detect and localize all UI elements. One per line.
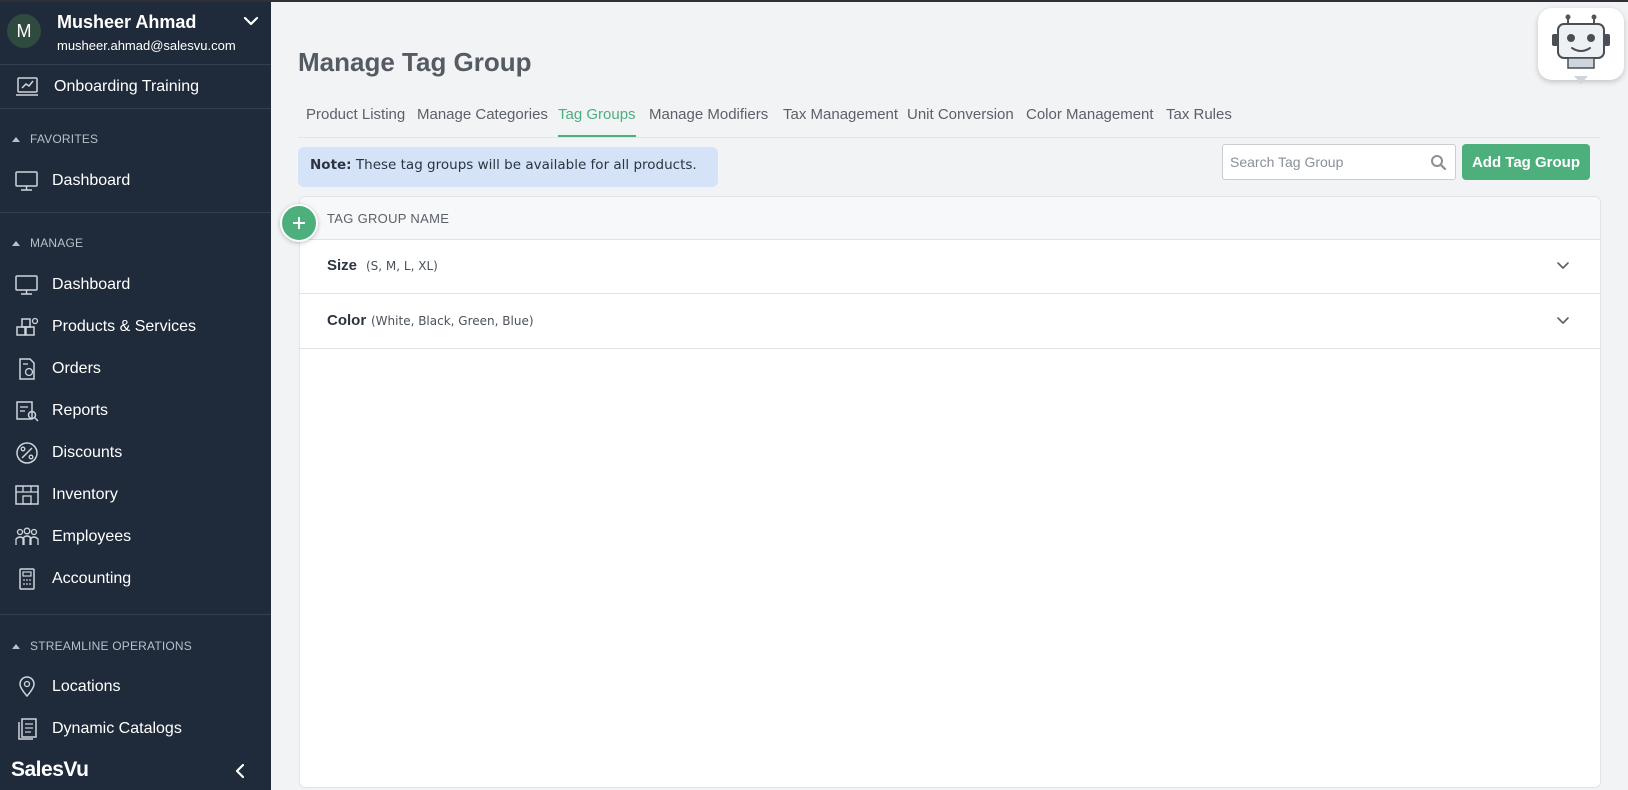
profile-header[interactable]: M Musheer Ahmad musheer.ahmad@salesvu.co… <box>0 2 271 65</box>
reports-icon <box>16 401 39 422</box>
sidebar-item-label: Onboarding Training <box>54 78 199 95</box>
plus-icon <box>293 217 305 229</box>
tag-group-values: (S, M, L, XL) <box>366 259 438 273</box>
sidebar-item-dashboard[interactable]: Dashboard <box>0 265 271 305</box>
tab-bar: Product Listing Manage Categories Tag Gr… <box>298 100 1600 138</box>
info-note: Note: These tag groups will be available… <box>298 147 718 187</box>
tag-group-name: Size <box>327 257 358 274</box>
sidebar-item-label: Products & Services <box>52 318 197 335</box>
streamline-section-header[interactable]: STREAMLINE OPERATIONS <box>12 639 192 653</box>
sidebar-item-label: Employees <box>52 528 132 545</box>
catalog-icon <box>18 718 37 740</box>
avatar: M <box>7 14 41 48</box>
training-board-icon <box>16 77 38 96</box>
profile-email: musheer.ahmad@salesvu.com <box>57 38 236 53</box>
sidebar-item-label: Reports <box>52 402 109 419</box>
tab-tax-rules[interactable]: Tax Rules <box>1166 106 1232 137</box>
tab-manage-categories[interactable]: Manage Categories <box>417 106 548 137</box>
percent-icon <box>16 442 38 464</box>
sidebar-item-inventory[interactable]: Inventory <box>0 475 271 515</box>
sidebar-item-reports[interactable]: Reports <box>0 391 271 431</box>
chevron-down-icon[interactable] <box>1556 261 1570 271</box>
divider <box>0 212 271 213</box>
chevron-down-icon[interactable] <box>242 12 260 30</box>
add-row-button[interactable] <box>280 204 318 242</box>
sidebar-item-label: Dashboard <box>52 276 131 293</box>
column-header-tag-group-name: TAG GROUP NAME <box>327 211 450 226</box>
sidebar-item-locations[interactable]: Locations <box>0 667 271 707</box>
add-tag-group-button[interactable]: Add Tag Group <box>1462 144 1590 180</box>
page-title: Manage Tag Group <box>298 47 532 77</box>
inventory-icon <box>15 485 39 505</box>
note-text: These tag groups will be available for a… <box>351 157 697 173</box>
brand-logo: SalesVu <box>11 758 89 781</box>
favorites-section-header[interactable]: FAVORITES <box>12 132 98 146</box>
tab-unit-conversion[interactable]: Unit Conversion <box>907 106 1014 137</box>
section-label: STREAMLINE OPERATIONS <box>30 639 193 653</box>
sidebar-item-label: Dashboard <box>52 172 131 189</box>
tag-group-name: Color <box>327 312 367 329</box>
sidebar-item-discounts[interactable]: Discounts <box>0 433 271 473</box>
location-pin-icon <box>19 676 35 698</box>
caret-up-icon <box>12 136 20 142</box>
tab-product-listing[interactable]: Product Listing <box>306 106 405 137</box>
table-row[interactable]: Color (White, Black, Green, Blue) <box>300 295 1600 349</box>
search-input[interactable] <box>1223 145 1423 179</box>
sidebar-item-label: Locations <box>52 678 121 695</box>
boxes-icon <box>16 317 39 336</box>
sidebar-item-orders[interactable]: Orders <box>0 349 271 389</box>
sidebar-item-accounting[interactable]: Accounting <box>0 559 271 599</box>
tab-tax-management[interactable]: Tax Management <box>783 106 898 137</box>
section-label: FAVORITES <box>30 132 99 146</box>
employees-icon <box>15 527 39 545</box>
sidebar-item-onboarding-training[interactable]: Onboarding Training <box>0 67 271 107</box>
table-row[interactable]: Size (S, M, L, XL) <box>300 240 1600 294</box>
tab-color-management[interactable]: Color Management <box>1026 106 1154 137</box>
search-box <box>1222 144 1456 180</box>
sidebar-item-label: Inventory <box>52 486 118 503</box>
table-header: TAG GROUP NAME <box>300 197 1600 240</box>
note-prefix: Note: <box>310 157 352 173</box>
robot-icon <box>1552 14 1610 84</box>
section-label: MANAGE <box>30 236 84 250</box>
monitor-icon <box>15 275 38 295</box>
profile-name: Musheer Ahmad <box>57 12 197 32</box>
calculator-icon <box>19 568 35 590</box>
divider <box>0 614 271 615</box>
chatbot-assistant-button[interactable] <box>1538 8 1624 84</box>
monitor-icon <box>15 171 38 191</box>
tab-tag-groups[interactable]: Tag Groups <box>558 106 636 137</box>
sidebar-item-products-services[interactable]: Products & Services <box>0 307 271 347</box>
sidebar-item-label: Dynamic Catalogs <box>52 720 182 737</box>
tag-group-table: TAG GROUP NAME Size (S, M, L, XL) Color … <box>299 196 1601 788</box>
chevron-down-icon[interactable] <box>1556 316 1570 326</box>
sidebar-item-label: Accounting <box>52 570 132 587</box>
chevron-left-icon[interactable] <box>232 762 248 780</box>
sidebar: M Musheer Ahmad musheer.ahmad@salesvu.co… <box>0 2 271 790</box>
manage-section-header[interactable]: MANAGE <box>12 236 83 250</box>
caret-up-icon <box>12 240 20 246</box>
sidebar-item-favorites-dashboard[interactable]: Dashboard <box>0 161 271 201</box>
sidebar-item-label: Discounts <box>52 444 123 461</box>
search-icon[interactable] <box>1430 154 1447 171</box>
tab-manage-modifiers[interactable]: Manage Modifiers <box>649 106 768 137</box>
sidebar-item-dynamic-catalogs[interactable]: Dynamic Catalogs <box>0 709 271 749</box>
divider <box>0 108 271 109</box>
tag-group-values: (White, Black, Green, Blue) <box>371 314 534 328</box>
caret-up-icon <box>12 643 20 649</box>
orders-icon <box>19 358 35 380</box>
sidebar-item-employees[interactable]: Employees <box>0 517 271 557</box>
sidebar-item-label: Orders <box>52 360 101 377</box>
